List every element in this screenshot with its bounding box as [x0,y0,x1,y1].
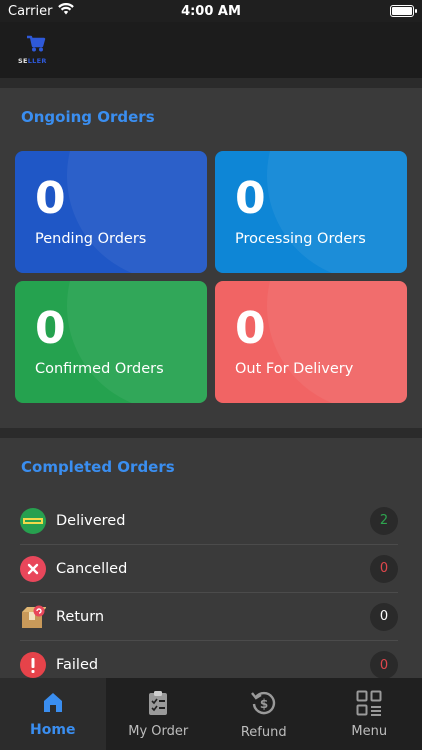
list-item-return[interactable]: Return 0 [20,593,398,641]
svg-text:$: $ [260,697,268,711]
grid-menu-icon [356,690,382,716]
list-item-cancelled[interactable]: Cancelled 0 [20,545,398,593]
delivered-count: 2 [370,506,398,535]
logo-text: SELLER [18,57,47,65]
return-box-icon [20,604,46,630]
wifi-icon [58,2,75,19]
completed-orders-title: Completed Orders [21,458,175,476]
processing-orders-count: 0 [235,173,266,224]
processing-orders-card[interactable]: 0 Processing Orders [215,151,407,273]
nav-my-order[interactable]: My Order [106,678,212,750]
cart-logo-icon [27,35,46,52]
nav-home[interactable]: Home [0,678,106,750]
nav-home-label: Home [30,722,76,738]
battery-icon [390,5,417,17]
nav-my-order-label: My Order [128,723,189,739]
logo-prefix: SE [18,57,28,65]
out-for-delivery-count: 0 [235,303,266,354]
return-count: 0 [370,602,398,631]
completed-orders-list: Delivered 2 Cancelled 0 Return 0 Failed … [20,497,398,689]
warning-icon [20,652,46,678]
seller-logo: SELLER [18,35,54,65]
nav-menu[interactable]: Menu [317,678,422,750]
home-icon [41,690,65,714]
out-for-delivery-label: Out For Delivery [235,361,354,377]
confirmed-orders-label: Confirmed Orders [35,361,164,377]
delivered-label: Delivered [56,512,126,529]
clipboard-icon [147,690,169,716]
return-label: Return [56,608,105,625]
pending-orders-count: 0 [35,173,66,224]
status-bar: Carrier 4:00 AM [0,0,422,22]
cancel-x-icon [20,555,46,582]
list-item-delivered[interactable]: Delivered 2 [20,497,398,545]
pending-orders-card[interactable]: 0 Pending Orders [15,151,207,273]
status-left: Carrier [8,2,75,19]
cancelled-count: 0 [370,554,398,583]
nav-refund[interactable]: $ Refund [211,678,317,750]
confirmed-orders-card[interactable]: 0 Confirmed Orders [15,281,207,403]
nav-refund-label: Refund [240,724,287,740]
failed-label: Failed [56,657,99,673]
processing-orders-label: Processing Orders [235,231,366,247]
bottom-nav: Home My Order $ Refund Menu [0,678,422,750]
app-header: SELLER [0,22,422,78]
logo-suffix: LLER [27,57,47,65]
pending-orders-label: Pending Orders [35,231,147,247]
out-for-delivery-card[interactable]: 0 Out For Delivery [215,281,407,403]
nav-menu-label: Menu [351,723,388,739]
failed-count: 0 [370,651,398,679]
cancelled-label: Cancelled [56,560,128,577]
delivered-badge-icon [20,507,46,534]
carrier-label: Carrier [8,3,53,19]
ongoing-orders-title: Ongoing Orders [21,108,155,126]
confirmed-orders-count: 0 [35,303,66,354]
refund-icon: $ [250,689,278,717]
